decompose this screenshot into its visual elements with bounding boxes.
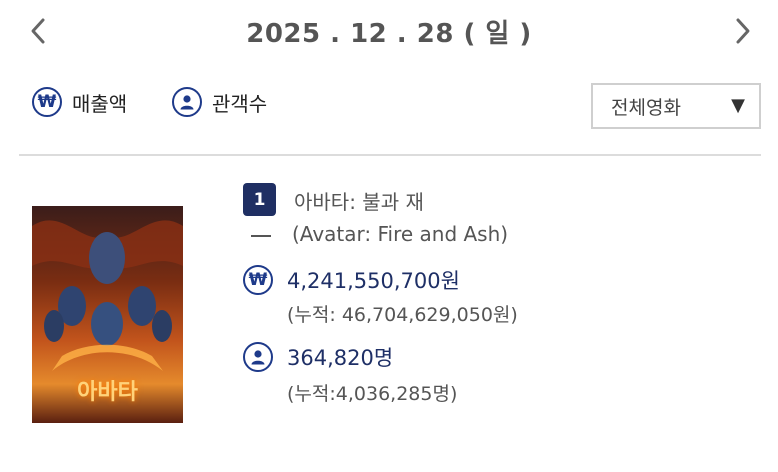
divider xyxy=(19,154,761,156)
date-navigation: 2025 . 12 . 28 ( 일 ) xyxy=(0,0,778,62)
filter-selected-value: 전체영화 xyxy=(611,97,681,119)
movie-poster[interactable]: 아바타 xyxy=(32,206,183,423)
movie-title-en: (Avatar: Fire and Ash) xyxy=(292,222,509,246)
movie-filter-select[interactable]: 전체영화 ▼ xyxy=(591,83,761,129)
daily-audience: 364,820명 xyxy=(287,346,394,370)
date-label: 2025 . 12 . 28 ( 일 ) xyxy=(246,19,532,49)
revenue-toggle[interactable]: ₩ 매출액 xyxy=(32,87,127,117)
rank-badge: 1 xyxy=(243,183,276,216)
audience-toggle[interactable]: 관객수 xyxy=(172,87,267,117)
person-icon xyxy=(172,87,202,117)
next-date-button[interactable] xyxy=(729,16,757,50)
chevron-right-icon xyxy=(735,17,751,49)
won-icon: ₩ xyxy=(32,87,62,117)
cumulative-revenue: (누적: 46,704,629,050원) xyxy=(287,304,518,326)
audience-toggle-label: 관객수 xyxy=(212,91,268,116)
caret-down-icon: ▼ xyxy=(731,95,745,116)
poster-title: 아바타 xyxy=(77,380,138,405)
rank-change-indicator xyxy=(251,235,271,237)
revenue-toggle-label: 매출액 xyxy=(72,91,128,116)
person-icon xyxy=(243,342,273,372)
movie-title-kr[interactable]: 아바타: 불과 재 xyxy=(294,186,424,215)
won-icon: ₩ xyxy=(243,265,273,295)
daily-revenue: 4,241,550,700원 xyxy=(287,269,460,293)
cumulative-audience: (누적:4,036,285명) xyxy=(287,383,458,405)
